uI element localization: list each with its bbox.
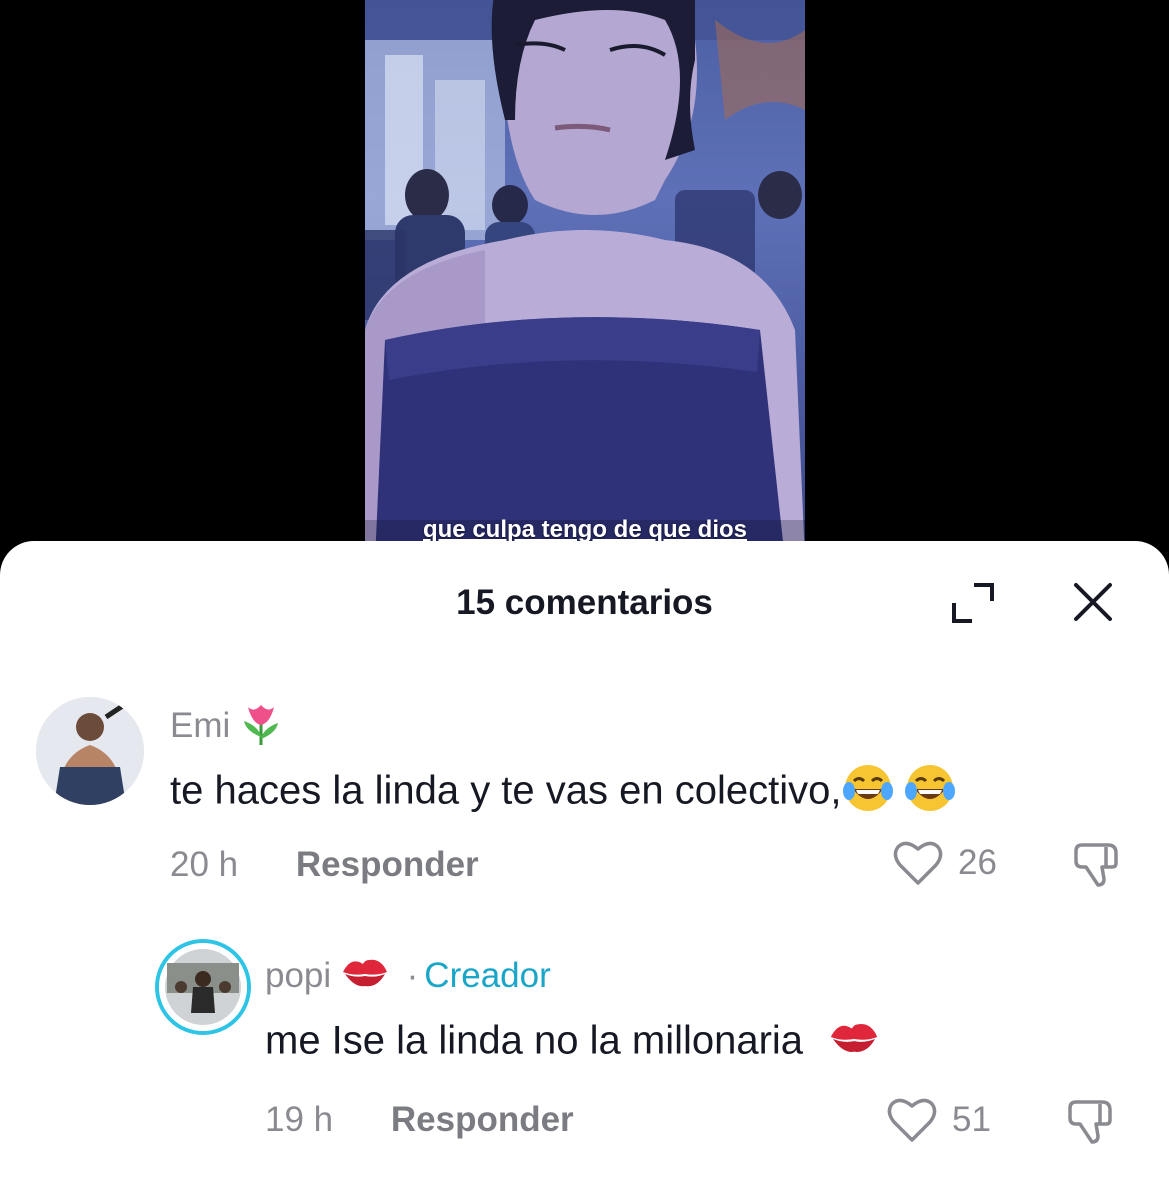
avatar-image (36, 697, 144, 805)
video-player[interactable]: que culpa tengo de que dios (0, 0, 1169, 560)
creator-avatar[interactable] (155, 939, 251, 1035)
expand-icon (952, 583, 994, 623)
comment-text: me Ise la linda no la millonaria (265, 1018, 804, 1063)
comment-body: te haces la linda y te vas en colectivo, (170, 763, 957, 823)
video-still (365, 0, 805, 560)
laughing-emoji-icon (841, 763, 895, 823)
comment-meta: 19 h Responder (265, 1100, 574, 1140)
kiss-mark-icon (341, 954, 389, 1001)
heart-icon (893, 841, 943, 885)
comments-header: 15 comentarios (0, 581, 1169, 625)
dislike-button[interactable] (1066, 1096, 1118, 1146)
like-count: 26 (958, 843, 997, 882)
video-caption: que culpa tengo de que dios (422, 516, 748, 543)
username-text: Emi (170, 705, 231, 745)
avatar-image (159, 943, 247, 1031)
like-count: 51 (952, 1100, 991, 1139)
thumbs-down-icon (1068, 1100, 1112, 1144)
comment-username[interactable]: Emi (170, 701, 282, 754)
close-icon (1074, 583, 1112, 621)
comment-time: 20 h (170, 845, 239, 884)
thumbs-down-icon (1074, 843, 1118, 887)
comments-sheet: 15 comentarios Emi te haces la linda y t… (0, 541, 1169, 1188)
laughing-emoji-icon (903, 763, 957, 823)
expand-button[interactable] (948, 581, 998, 625)
creator-badge: Creador (424, 955, 551, 995)
comment-body: me Ise la linda no la millonaria (265, 1018, 880, 1068)
comment-username[interactable]: popi · Creador (265, 954, 551, 1001)
reply-button[interactable]: Responder (296, 845, 479, 884)
avatar[interactable] (36, 697, 144, 805)
like-button[interactable]: 51 (886, 1096, 991, 1144)
like-button[interactable]: 26 (892, 839, 997, 887)
tulip-icon (240, 701, 282, 754)
comment-meta: 20 h Responder (170, 845, 479, 885)
close-button[interactable] (1068, 581, 1118, 625)
video-frame[interactable]: que culpa tengo de que dios (365, 0, 805, 560)
heart-icon (887, 1098, 937, 1142)
reply-button[interactable]: Responder (391, 1100, 574, 1139)
comment-item: Emi te haces la linda y te vas en colect… (0, 691, 1169, 901)
reply-comment-item: popi · Creador me Ise la linda no la mill… (0, 936, 1169, 1166)
username-text: popi (265, 955, 332, 995)
badge-separator: · (406, 955, 419, 995)
comment-text: te haces la linda y te vas en colectivo, (170, 768, 842, 813)
comment-time: 19 h (265, 1100, 334, 1139)
dislike-button[interactable] (1072, 839, 1124, 889)
kiss-mark-icon (828, 1018, 880, 1068)
